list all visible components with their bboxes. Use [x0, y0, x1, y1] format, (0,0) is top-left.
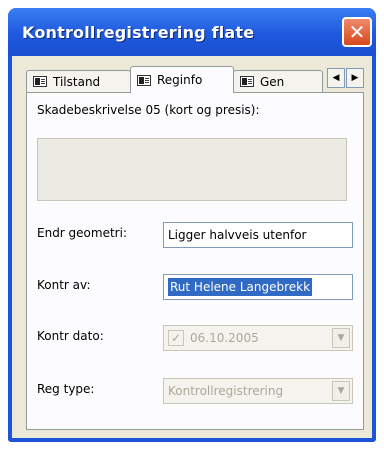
tab-label: Gen	[260, 74, 285, 89]
reg-type-select[interactable]: Kontrollregistrering ▼	[163, 378, 353, 404]
arrow-left-icon: ◀	[332, 73, 340, 83]
controlled-by-value: Rut Helene Langebrekk	[168, 278, 313, 296]
document-icon	[33, 76, 47, 87]
tab-label: Reginfo	[157, 73, 203, 87]
controlled-by-label: Kontr av:	[37, 278, 91, 292]
tab-label: Tilstand	[53, 74, 101, 89]
dialog-window: Kontrollregistrering flate ✕ Tilstand Re…	[8, 8, 376, 442]
geometry-value: Ligger halvveis utenfor	[168, 228, 307, 242]
document-icon	[137, 74, 151, 86]
document-icon	[240, 76, 254, 87]
tab-gen[interactable]: Gen	[233, 70, 323, 92]
tab-strip: Tilstand Reginfo Gen ◀ ▶	[26, 66, 364, 93]
close-icon: ✕	[348, 20, 366, 44]
window-title: Kontrollregistrering flate	[22, 22, 255, 42]
geometry-label: Endr geometri:	[37, 226, 127, 240]
controlled-by-field[interactable]: Rut Helene Langebrekk	[163, 274, 353, 300]
date-dropdown-button[interactable]: ▼	[332, 328, 350, 348]
tab-scroll-right-button[interactable]: ▶	[346, 68, 364, 88]
control-date-picker[interactable]: ✓ 06.10.2005 ▼	[163, 325, 353, 351]
damage-description-field[interactable]	[37, 138, 347, 201]
close-button[interactable]: ✕	[342, 17, 372, 47]
tab-scroll-left-button[interactable]: ◀	[327, 68, 345, 88]
tab-scroll-buttons: ◀ ▶	[327, 68, 364, 88]
date-checkbox[interactable]: ✓	[168, 330, 184, 346]
control-date-value: 06.10.2005	[190, 331, 259, 345]
title-bar[interactable]: Kontrollregistrering flate ✕	[8, 8, 376, 56]
reg-type-label: Reg type:	[37, 382, 95, 396]
dialog-client: Tilstand Reginfo Gen ◀ ▶ Skadebeskrivels…	[12, 56, 372, 438]
tab-page-reginfo: Skadebeskrivelse 05 (kort og presis): En…	[26, 92, 364, 430]
reg-type-value: Kontrollregistrering	[168, 384, 284, 398]
geometry-field[interactable]: Ligger halvveis utenfor	[163, 222, 353, 248]
reg-type-dropdown-button[interactable]: ▼	[332, 381, 350, 401]
chevron-down-icon: ▼	[337, 333, 345, 343]
check-icon: ✓	[170, 331, 182, 345]
control-date-label: Kontr dato:	[37, 329, 104, 343]
tab-reginfo[interactable]: Reginfo	[130, 66, 234, 93]
arrow-right-icon: ▶	[351, 73, 359, 83]
chevron-down-icon: ▼	[337, 386, 345, 396]
tab-tilstand[interactable]: Tilstand	[26, 70, 131, 92]
damage-description-label: Skadebeskrivelse 05 (kort og presis):	[37, 103, 260, 117]
